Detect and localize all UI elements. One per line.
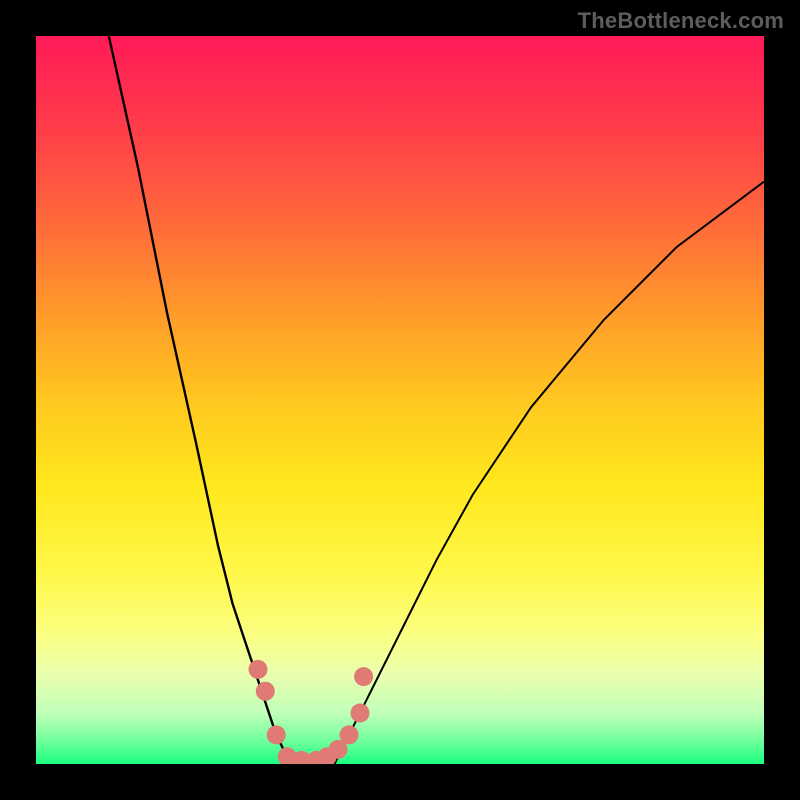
marker-dot [256, 682, 275, 701]
watermark-text: TheBottleneck.com [578, 8, 784, 34]
right-curve [335, 182, 765, 764]
marker-dot [354, 667, 373, 686]
marker-dot [267, 725, 286, 744]
plot-area [36, 36, 764, 764]
marker-dot [340, 725, 359, 744]
marker-dot [249, 660, 268, 679]
chart-frame: TheBottleneck.com [0, 0, 800, 800]
left-curve [109, 36, 291, 764]
pink-markers [249, 660, 374, 764]
chart-svg [36, 36, 764, 764]
marker-dot [351, 704, 370, 723]
